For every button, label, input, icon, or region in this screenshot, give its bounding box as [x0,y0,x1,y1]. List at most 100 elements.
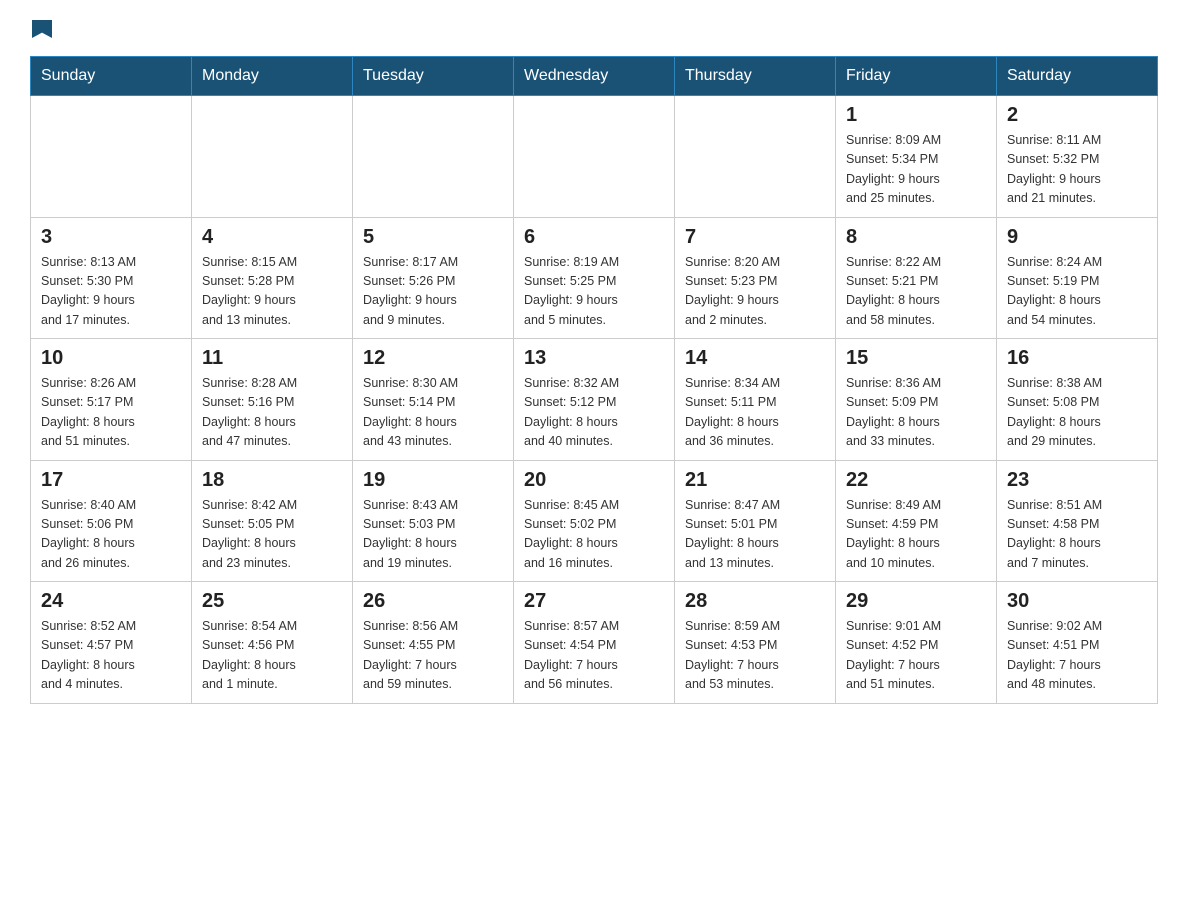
day-cell: 10 Sunrise: 8:26 AMSunset: 5:17 PMDayligh… [31,339,192,461]
day-cell: 23 Sunrise: 8:51 AMSunset: 4:58 PMDayligh… [997,460,1158,582]
day-number: 9 [1007,226,1147,249]
weekday-header-row: SundayMondayTuesdayWednesdayThursdayFrid… [31,57,1158,96]
weekday-header-thursday: Thursday [675,57,836,96]
day-info: Sunrise: 8:38 AMSunset: 5:08 PMDaylight:… [1007,374,1147,452]
day-info: Sunrise: 8:13 AMSunset: 5:30 PMDaylight:… [41,253,181,331]
day-cell: 11 Sunrise: 8:28 AMSunset: 5:16 PMDayligh… [192,339,353,461]
day-cell: 15Sunrise: 8:36 AMSunset: 5:09 PMDayligh… [836,339,997,461]
day-number: 5 [363,226,503,249]
day-info: Sunrise: 8:47 AMSunset: 5:01 PMDaylight:… [685,496,825,574]
day-cell: 14 Sunrise: 8:34 AMSunset: 5:11 PMDayligh… [675,339,836,461]
day-cell: 5 Sunrise: 8:17 AMSunset: 5:26 PMDaylight… [353,217,514,339]
day-number: 3 [41,226,181,249]
weekday-header-monday: Monday [192,57,353,96]
day-info: Sunrise: 8:30 AMSunset: 5:14 PMDaylight:… [363,374,503,452]
header [30,20,1158,36]
day-info: Sunrise: 8:34 AMSunset: 5:11 PMDaylight:… [685,374,825,452]
day-cell: 22 Sunrise: 8:49 AMSunset: 4:59 PMDayligh… [836,460,997,582]
day-cell [675,96,836,218]
day-number: 10 [41,347,181,370]
day-number: 27 [524,590,664,613]
day-number: 7 [685,226,825,249]
day-info: Sunrise: 8:36 AMSunset: 5:09 PMDaylight:… [846,374,986,452]
weekday-header-wednesday: Wednesday [514,57,675,96]
day-info: Sunrise: 8:28 AMSunset: 5:16 PMDaylight:… [202,374,342,452]
day-info: Sunrise: 8:59 AMSunset: 4:53 PMDaylight:… [685,617,825,695]
day-cell: 3 Sunrise: 8:13 AMSunset: 5:30 PMDaylight… [31,217,192,339]
day-cell: 30 Sunrise: 9:02 AMSunset: 4:51 PMDayligh… [997,582,1158,704]
day-cell: 2 Sunrise: 8:11 AMSunset: 5:32 PMDaylight… [997,96,1158,218]
day-info: Sunrise: 8:32 AMSunset: 5:12 PMDaylight:… [524,374,664,452]
day-info: Sunrise: 8:20 AMSunset: 5:23 PMDaylight:… [685,253,825,331]
day-cell: 8 Sunrise: 8:22 AMSunset: 5:21 PMDaylight… [836,217,997,339]
day-cell: 29 Sunrise: 9:01 AMSunset: 4:52 PMDayligh… [836,582,997,704]
day-number: 29 [846,590,986,613]
day-number: 13 [524,347,664,370]
day-number: 25 [202,590,342,613]
day-info: Sunrise: 8:24 AMSunset: 5:19 PMDaylight:… [1007,253,1147,331]
day-cell: 25Sunrise: 8:54 AMSunset: 4:56 PMDayligh… [192,582,353,704]
day-number: 4 [202,226,342,249]
day-cell [192,96,353,218]
day-cell: 20Sunrise: 8:45 AMSunset: 5:02 PMDayligh… [514,460,675,582]
day-info: Sunrise: 8:52 AMSunset: 4:57 PMDaylight:… [41,617,181,695]
day-info: Sunrise: 8:19 AMSunset: 5:25 PMDaylight:… [524,253,664,331]
day-info: Sunrise: 8:57 AMSunset: 4:54 PMDaylight:… [524,617,664,695]
day-cell: 12 Sunrise: 8:30 AMSunset: 5:14 PMDayligh… [353,339,514,461]
day-info: Sunrise: 8:09 AMSunset: 5:34 PMDaylight:… [846,131,986,209]
week-row-1: 3 Sunrise: 8:13 AMSunset: 5:30 PMDaylight… [31,217,1158,339]
day-cell: 26 Sunrise: 8:56 AMSunset: 4:55 PMDayligh… [353,582,514,704]
day-info: Sunrise: 9:01 AMSunset: 4:52 PMDaylight:… [846,617,986,695]
day-info: Sunrise: 8:11 AMSunset: 5:32 PMDaylight:… [1007,131,1147,209]
day-info: Sunrise: 8:22 AMSunset: 5:21 PMDaylight:… [846,253,986,331]
day-cell [514,96,675,218]
day-number: 18 [202,469,342,492]
day-info: Sunrise: 9:02 AMSunset: 4:51 PMDaylight:… [1007,617,1147,695]
day-info: Sunrise: 8:56 AMSunset: 4:55 PMDaylight:… [363,617,503,695]
day-cell: 21Sunrise: 8:47 AMSunset: 5:01 PMDayligh… [675,460,836,582]
week-row-2: 10 Sunrise: 8:26 AMSunset: 5:17 PMDayligh… [31,339,1158,461]
day-number: 8 [846,226,986,249]
day-number: 12 [363,347,503,370]
day-info: Sunrise: 8:42 AMSunset: 5:05 PMDaylight:… [202,496,342,574]
day-number: 14 [685,347,825,370]
day-info: Sunrise: 8:49 AMSunset: 4:59 PMDaylight:… [846,496,986,574]
weekday-header-tuesday: Tuesday [353,57,514,96]
day-cell: 18 Sunrise: 8:42 AMSunset: 5:05 PMDayligh… [192,460,353,582]
day-number: 20 [524,469,664,492]
day-info: Sunrise: 8:40 AMSunset: 5:06 PMDaylight:… [41,496,181,574]
day-cell: 4 Sunrise: 8:15 AMSunset: 5:28 PMDaylight… [192,217,353,339]
week-row-4: 24 Sunrise: 8:52 AMSunset: 4:57 PMDayligh… [31,582,1158,704]
day-cell: 28 Sunrise: 8:59 AMSunset: 4:53 PMDayligh… [675,582,836,704]
day-info: Sunrise: 8:43 AMSunset: 5:03 PMDaylight:… [363,496,503,574]
day-info: Sunrise: 8:26 AMSunset: 5:17 PMDaylight:… [41,374,181,452]
day-info: Sunrise: 8:17 AMSunset: 5:26 PMDaylight:… [363,253,503,331]
day-number: 22 [846,469,986,492]
day-number: 2 [1007,104,1147,127]
day-cell: 17 Sunrise: 8:40 AMSunset: 5:06 PMDayligh… [31,460,192,582]
weekday-header-sunday: Sunday [31,57,192,96]
day-number: 24 [41,590,181,613]
week-row-0: 1Sunrise: 8:09 AMSunset: 5:34 PMDaylight… [31,96,1158,218]
day-cell: 9 Sunrise: 8:24 AMSunset: 5:19 PMDaylight… [997,217,1158,339]
calendar-table: SundayMondayTuesdayWednesdayThursdayFrid… [30,56,1158,704]
day-number: 11 [202,347,342,370]
day-cell: 1Sunrise: 8:09 AMSunset: 5:34 PMDaylight… [836,96,997,218]
day-number: 30 [1007,590,1147,613]
day-cell [31,96,192,218]
day-number: 17 [41,469,181,492]
weekday-header-friday: Friday [836,57,997,96]
day-cell: 27 Sunrise: 8:57 AMSunset: 4:54 PMDayligh… [514,582,675,704]
day-number: 28 [685,590,825,613]
day-cell: 13 Sunrise: 8:32 AMSunset: 5:12 PMDayligh… [514,339,675,461]
day-cell: 7 Sunrise: 8:20 AMSunset: 5:23 PMDaylight… [675,217,836,339]
day-cell [353,96,514,218]
day-number: 26 [363,590,503,613]
week-row-3: 17 Sunrise: 8:40 AMSunset: 5:06 PMDayligh… [31,460,1158,582]
day-number: 23 [1007,469,1147,492]
day-info: Sunrise: 8:15 AMSunset: 5:28 PMDaylight:… [202,253,342,331]
weekday-header-saturday: Saturday [997,57,1158,96]
day-cell: 19Sunrise: 8:43 AMSunset: 5:03 PMDayligh… [353,460,514,582]
logo-area [30,20,52,36]
day-info: Sunrise: 8:51 AMSunset: 4:58 PMDaylight:… [1007,496,1147,574]
